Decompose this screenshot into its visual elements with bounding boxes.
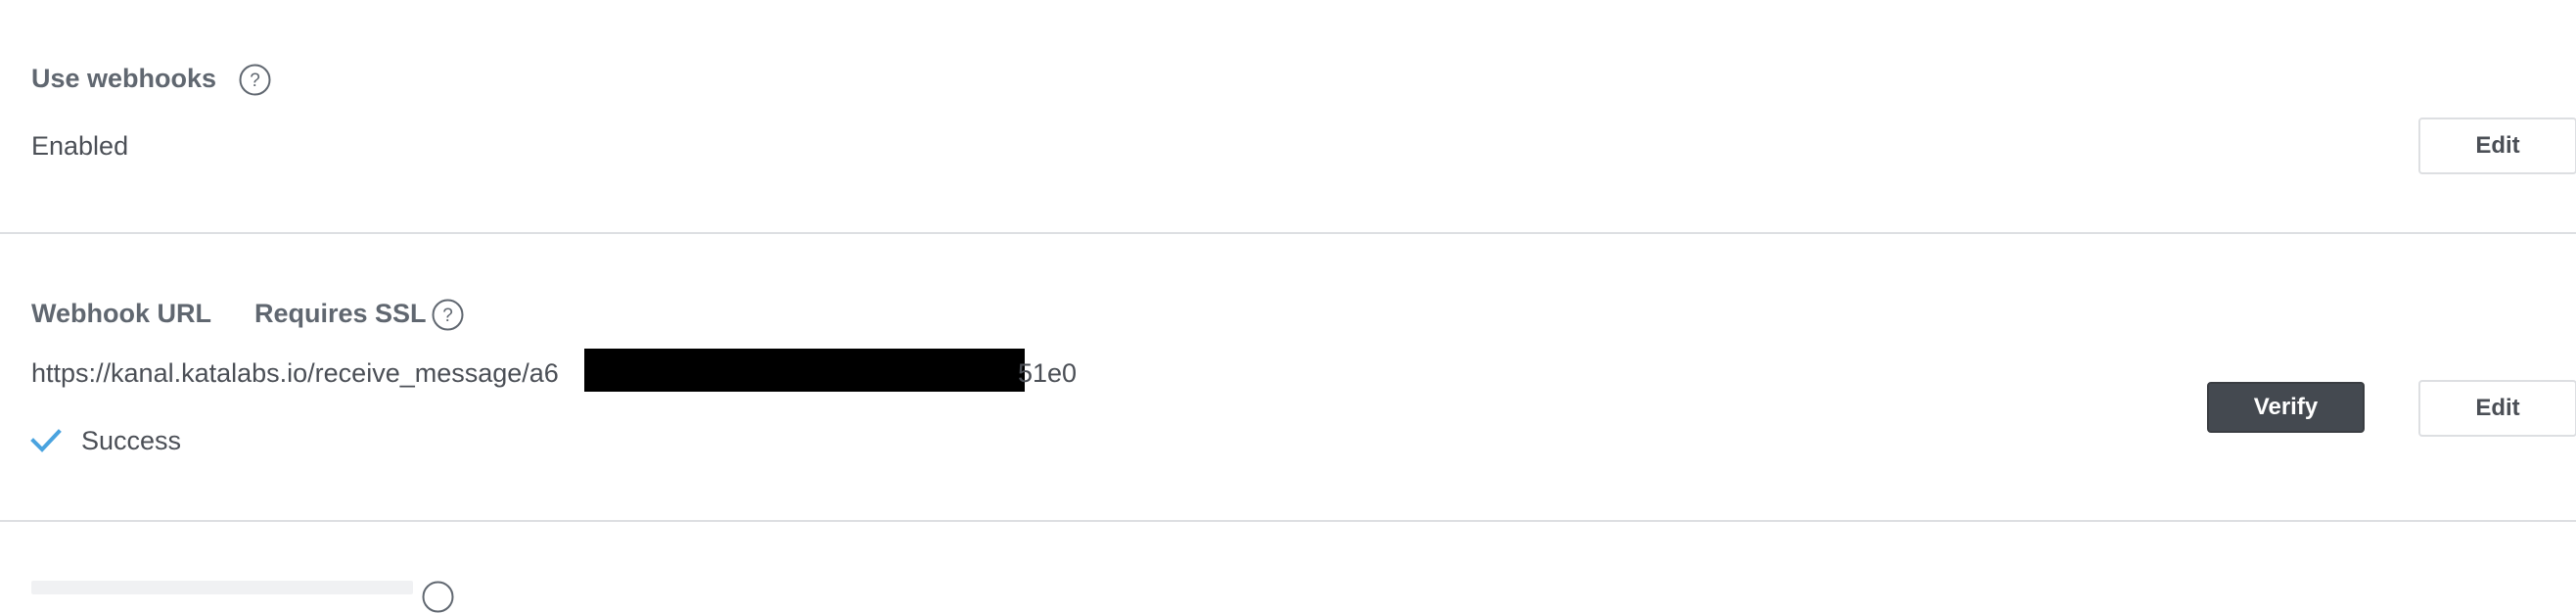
next-section-cutoff [0,522,2576,613]
checkmark-icon [30,429,62,452]
webhooks-status-value: Enabled [31,131,129,161]
cutoff-title-placeholder [31,581,413,594]
requires-ssl-label: Requires SSL [254,299,427,328]
help-icon[interactable]: ? [432,299,464,331]
webhook-url-suffix: 51e0 [1018,358,1078,388]
help-icon[interactable]: ? [239,64,271,96]
redacted-url-segment [584,349,1025,392]
webhook-url-prefix: https://kanal.katalabs.io/receive_messag… [31,358,559,388]
use-webhooks-title: Use webhooks [31,64,217,93]
use-webhooks-section: Use webhooks ? Enabled Edit [0,0,2576,233]
verification-status: Success [81,426,182,455]
edit-webhooks-button[interactable]: Edit [2418,118,2576,174]
help-icon[interactable] [422,581,454,613]
webhook-url-section: Webhook URL Requires SSL ? https://kanal… [0,234,2576,520]
webhook-url-title: Webhook URL [31,299,211,328]
svg-text:?: ? [250,71,260,91]
edit-webhook-url-button[interactable]: Edit [2418,380,2576,437]
verify-button[interactable]: Verify [2207,382,2365,433]
svg-text:?: ? [442,306,453,326]
